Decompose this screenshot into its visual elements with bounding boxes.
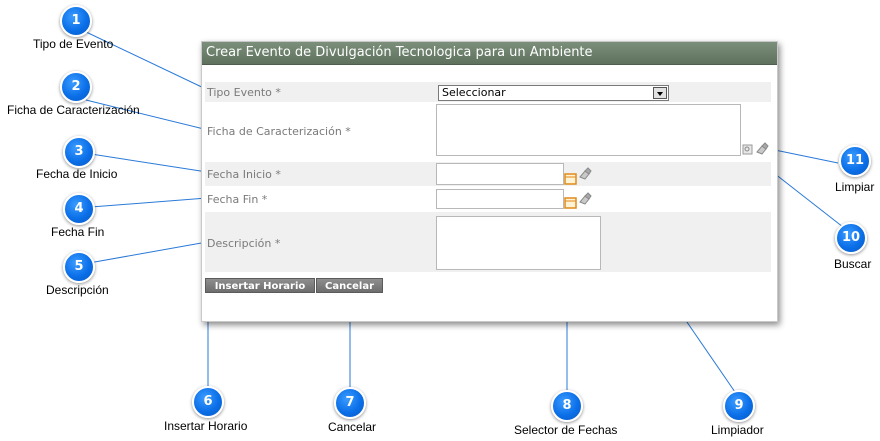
callout-10-badge: 10 [835,222,867,254]
chevron-down-icon[interactable] [653,87,667,99]
row-tipo-evento: Tipo Evento * Seleccionar [205,82,771,102]
tipo-evento-selected-value: Seleccionar [442,86,506,99]
descripcion-label: Descripción * [207,237,281,250]
callout-2-badge: 2 [60,71,92,103]
callout-9-badge: 9 [723,390,755,422]
leader-line-4 [90,197,208,208]
callout-11-badge: 11 [839,145,871,177]
callout-9-label: Limpiador [711,423,764,437]
insertar-horario-button[interactable]: Insertar Horario [205,278,315,293]
crear-evento-dialog: Crear Evento de Divulgación Tecnologica … [201,41,778,322]
callout-7-badge: 7 [334,387,366,419]
fecha-inicio-input[interactable] [436,163,564,185]
row-ficha: Ficha de Caracterización * [205,104,771,160]
callout-3-label: Fecha de Inicio [36,167,118,181]
eraser-icon[interactable] [578,190,592,205]
row-fecha-fin: Fecha Fin * [205,188,771,210]
cancelar-button[interactable]: Cancelar [316,278,383,293]
leader-line-5 [88,241,208,264]
row-descripcion: Descripción * [205,212,771,272]
fecha-fin-input[interactable] [436,189,564,209]
callout-11-label: Limpiar [835,180,875,194]
callout-4-label: Fecha Fin [51,225,105,239]
callout-5-label: Descripción [46,283,109,297]
callout-8-badge: 8 [551,390,583,422]
eraser-icon[interactable] [578,165,592,180]
ficha-textarea[interactable] [436,104,741,156]
calendar-icon[interactable] [564,194,577,209]
search-icon[interactable] [742,141,755,155]
fecha-fin-label: Fecha Fin * [207,193,268,206]
fecha-inicio-label: Fecha Inicio * [207,168,281,181]
dialog-title: Crear Evento de Divulgación Tecnologica … [202,42,777,65]
leader-line-11 [769,148,839,164]
callout-4-badge: 4 [63,193,95,225]
callout-8-label: Selector de Fechas [514,423,618,437]
descripcion-textarea[interactable] [436,216,601,270]
tipo-evento-label: Tipo Evento * [207,86,281,99]
callout-6-badge: 6 [192,386,224,418]
callout-7-label: Cancelar [328,420,377,434]
row-fecha-inicio: Fecha Inicio * [205,162,771,186]
callout-1-badge: 1 [60,5,92,37]
callout-5-badge: 5 [63,251,95,283]
tipo-evento-select[interactable]: Seleccionar [438,85,669,101]
callout-3-badge: 3 [63,136,95,168]
calendar-icon[interactable] [564,170,577,185]
eraser-icon[interactable] [755,140,769,155]
callout-6-label: Insertar Horario [164,419,248,433]
callout-1-label: Tipo de Evento [33,37,114,51]
callout-2-label: Ficha de Caracterización [7,103,140,117]
ficha-label: Ficha de Caracterización * [207,125,351,138]
callout-10-label: Buscar [834,257,872,271]
